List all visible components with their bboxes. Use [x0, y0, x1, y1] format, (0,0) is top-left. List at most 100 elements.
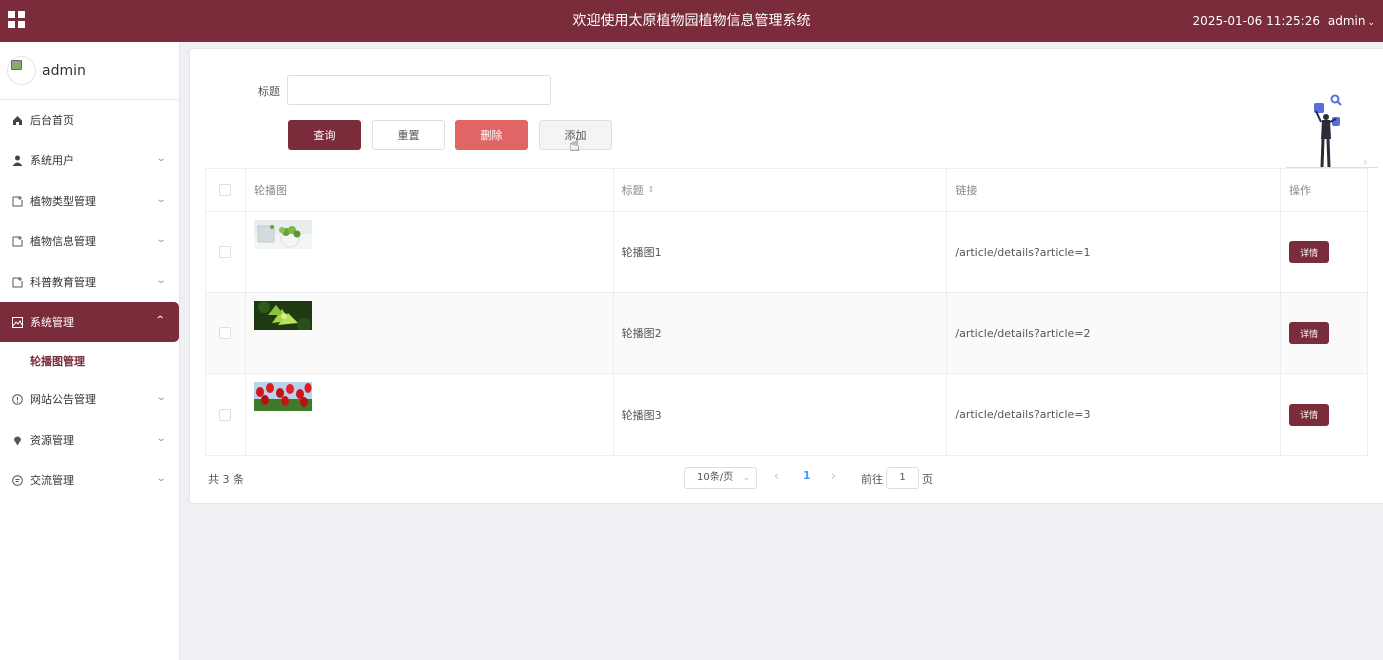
- sidebar-item-label: 系统用户: [30, 154, 74, 167]
- sidebar-item-system-users[interactable]: 系统用户 ⌄: [0, 140, 180, 180]
- row-title: 轮播图1: [614, 212, 948, 292]
- chevron-up-icon: ⌃: [154, 315, 166, 326]
- carousel-image-cell: [246, 374, 614, 455]
- detail-button[interactable]: 详情: [1289, 241, 1330, 263]
- sidebar-item-science-edu[interactable]: 科普教育管理 ⌄: [0, 262, 180, 302]
- detail-button[interactable]: 详情: [1289, 403, 1330, 426]
- profile-username: admin: [42, 63, 86, 79]
- carousel-table: 轮播图 标题 ⇕ 链接 操作 轮播图1 /article/details?arti…: [205, 168, 1368, 456]
- column-header-image: 轮播图: [246, 169, 614, 211]
- content-card: 标题 查询 重置 删除 添加 ☝ › 轮播图 标题 ⇕ 链接 操作 轮播图1 /…: [189, 48, 1383, 504]
- document-icon: [11, 195, 23, 207]
- sidebar-profile: admin: [0, 42, 179, 100]
- sidebar-subitem-carousel[interactable]: 轮播图管理: [0, 343, 180, 379]
- chevron-down-icon: ⌄: [155, 392, 167, 403]
- row-checkbox[interactable]: [219, 408, 232, 421]
- header-datetime: 2025-01-06 11:25:26: [1192, 14, 1320, 28]
- row-link: /article/details?article=1: [947, 212, 1282, 292]
- row-title: 轮播图2: [614, 293, 948, 373]
- carousel-image-cell: [246, 293, 614, 373]
- column-header-title[interactable]: 标题 ⇕: [614, 169, 948, 211]
- sidebar-item-label: 后台首页: [30, 114, 74, 127]
- row-checkbox-cell: [206, 374, 246, 455]
- query-button[interactable]: 查询: [288, 120, 361, 150]
- goto-page-input[interactable]: 1: [886, 467, 919, 489]
- select-all-checkbox[interactable]: [219, 184, 232, 196]
- column-header-title-label: 标题: [621, 184, 644, 197]
- table-row: 轮播图3 /article/details?article=3 详情: [206, 374, 1367, 455]
- chevron-down-icon: ⌄: [155, 275, 167, 286]
- info-icon: [11, 393, 23, 405]
- chevron-down-icon: ⌄: [1367, 18, 1375, 28]
- goto-suffix: 页: [922, 473, 933, 486]
- sidebar-item-system-manage[interactable]: 系统管理 ⌃: [0, 302, 179, 342]
- sidebar-item-label: 植物类型管理: [30, 195, 96, 208]
- title-search-input[interactable]: [287, 75, 551, 105]
- carousel-thumbnail: [253, 301, 312, 330]
- sidebar-item-label: 资源管理: [30, 434, 74, 447]
- table-header: 轮播图 标题 ⇕ 链接 操作: [206, 169, 1367, 212]
- next-page-button[interactable]: ›: [831, 469, 836, 483]
- row-checkbox-cell: [206, 212, 246, 292]
- sidebar-item-notices[interactable]: 网站公告管理 ⌄: [0, 379, 180, 419]
- app-title: 欢迎使用太原植物园植物信息管理系统: [572, 13, 811, 29]
- page-size-select[interactable]: 10条/页 ⌄: [684, 467, 757, 489]
- sidebar-item-plant-types[interactable]: 植物类型管理 ⌄: [0, 181, 180, 221]
- sidebar-item-label: 科普教育管理: [30, 276, 96, 289]
- chevron-down-icon: ⌄: [155, 194, 167, 205]
- header-checkbox-cell: [206, 169, 246, 211]
- chevron-down-icon: ⌄: [155, 234, 167, 245]
- row-actions: 详情: [1281, 212, 1367, 292]
- pagination-total: 共 3 条: [208, 473, 244, 486]
- table-row: 轮播图1 /article/details?article=1 详情: [206, 212, 1367, 293]
- column-header-op: 操作: [1289, 184, 1312, 197]
- row-checkbox-cell: [206, 293, 246, 373]
- user-icon: [11, 154, 23, 166]
- chat-icon: [11, 474, 23, 486]
- sidebar-item-home[interactable]: 后台首页: [0, 100, 180, 140]
- reset-button[interactable]: 重置: [372, 120, 445, 150]
- sidebar-item-resources[interactable]: 资源管理 ⌄: [0, 420, 180, 460]
- page-size-value: 10条/页: [697, 472, 734, 483]
- row-link: /article/details?article=2: [947, 293, 1282, 373]
- top-header: 欢迎使用太原植物园植物信息管理系统 2025-01-06 11:25:26 ad…: [0, 0, 1383, 42]
- goto-label: 前往: [861, 473, 883, 486]
- sidebar: admin 后台首页 系统用户 ⌄ 植物类型管理 ⌄ 植物信息管理 ⌄ 科普教育…: [0, 42, 180, 660]
- row-checkbox[interactable]: [219, 246, 232, 258]
- picture-icon: [11, 316, 23, 328]
- delete-button[interactable]: 删除: [455, 120, 528, 150]
- sidebar-item-label: 网站公告管理: [30, 393, 96, 406]
- prev-page-button[interactable]: ‹: [774, 469, 779, 483]
- carousel-image-cell: [246, 212, 614, 292]
- row-title: 轮播图3: [614, 374, 948, 455]
- sidebar-item-plant-info[interactable]: 植物信息管理 ⌄: [0, 221, 180, 261]
- chevron-down-icon: ⌄: [155, 433, 167, 444]
- chevron-down-icon: ⌄: [742, 473, 750, 483]
- home-icon: [11, 114, 23, 126]
- sidebar-item-label: 交流管理: [30, 474, 74, 487]
- sidebar-item-label: 植物信息管理: [30, 235, 96, 248]
- chevron-down-icon: ⌄: [155, 473, 167, 484]
- detail-button[interactable]: 详情: [1289, 322, 1330, 344]
- document-icon: [11, 235, 23, 247]
- hand-cursor-icon: ☝: [569, 135, 580, 156]
- user-name: admin: [1327, 14, 1366, 28]
- row-actions: 详情: [1281, 374, 1367, 455]
- chevron-down-icon: ⌄: [155, 153, 167, 164]
- table-row: 轮播图2 /article/details?article=2 详情: [206, 293, 1367, 374]
- carousel-thumbnail: [253, 220, 312, 249]
- carousel-thumbnail: [253, 382, 312, 411]
- user-dropdown[interactable]: admin ⌄: [1328, 0, 1375, 44]
- row-actions: 详情: [1281, 293, 1367, 373]
- location-icon: [11, 434, 23, 446]
- sort-icon[interactable]: ⇕: [648, 186, 655, 194]
- sidebar-item-exchange[interactable]: 交流管理 ⌄: [0, 460, 180, 500]
- chevron-right-icon[interactable]: ›: [1363, 155, 1368, 169]
- search-title-label: 标题: [258, 85, 280, 98]
- sidebar-item-label: 系统管理: [30, 316, 74, 329]
- page-number-current[interactable]: 1: [803, 469, 811, 482]
- row-link: /article/details?article=3: [947, 374, 1282, 455]
- document-icon: [11, 276, 23, 288]
- avatar: [7, 56, 36, 85]
- row-checkbox[interactable]: [219, 327, 232, 339]
